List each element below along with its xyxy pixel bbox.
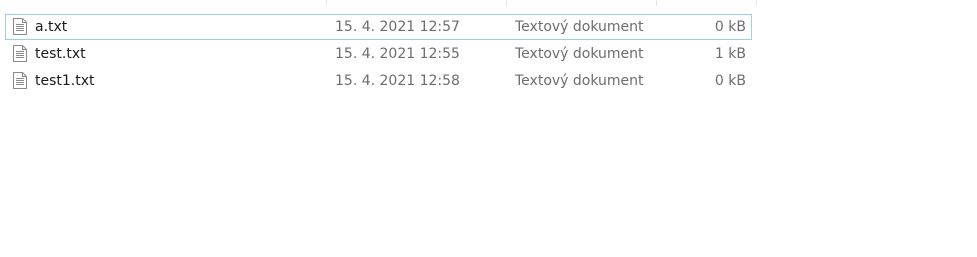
file-size: 0 kB	[714, 19, 746, 35]
file-explorer-details-view: a.txt 15. 4. 2021 12:57 Textový dokument…	[0, 0, 977, 257]
column-divider[interactable]	[506, 0, 507, 6]
file-row[interactable]: test1.txt 15. 4. 2021 12:58 Textový doku…	[5, 68, 752, 94]
file-date-modified: 15. 4. 2021 12:57	[335, 19, 460, 35]
file-name[interactable]: test1.txt	[35, 69, 95, 93]
column-divider[interactable]	[756, 0, 757, 6]
file-row[interactable]: a.txt 15. 4. 2021 12:57 Textový dokument…	[5, 14, 752, 40]
text-file-icon	[13, 18, 27, 35]
file-name[interactable]: test.txt	[35, 42, 86, 66]
column-divider[interactable]	[326, 0, 327, 6]
file-size: 0 kB	[714, 73, 746, 89]
file-name[interactable]: a.txt	[35, 15, 67, 39]
file-type: Textový dokument	[515, 73, 644, 89]
column-divider[interactable]	[656, 0, 657, 6]
file-row[interactable]: test.txt 15. 4. 2021 12:55 Textový dokum…	[5, 41, 752, 67]
file-type: Textový dokument	[515, 19, 644, 35]
file-type: Textový dokument	[515, 46, 644, 62]
file-size: 1 kB	[714, 46, 746, 62]
file-date-modified: 15. 4. 2021 12:55	[335, 46, 460, 62]
file-list: a.txt 15. 4. 2021 12:57 Textový dokument…	[5, 14, 752, 95]
text-file-icon	[13, 45, 27, 62]
text-file-icon	[13, 72, 27, 89]
file-date-modified: 15. 4. 2021 12:58	[335, 73, 460, 89]
